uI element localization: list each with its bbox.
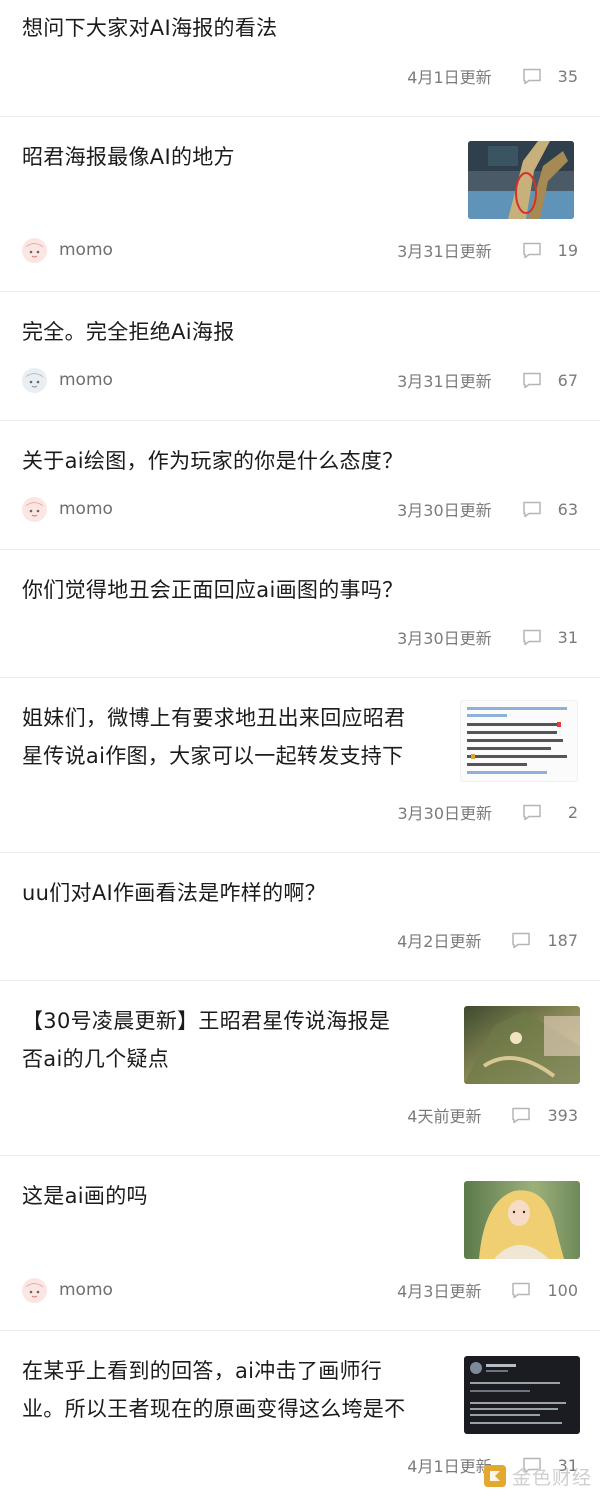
- comment-icon[interactable]: [511, 932, 531, 949]
- post-title: 想问下大家对AI海报的看法: [22, 16, 278, 40]
- comment-icon[interactable]: [522, 501, 542, 518]
- comment-icon[interactable]: [511, 1107, 531, 1124]
- post-title: 完全。完全拒绝Ai海报: [22, 320, 235, 344]
- author-name: momo: [59, 240, 113, 260]
- author-name: momo: [59, 1280, 113, 1300]
- post-title-line-1: 姐妹们，微博上有要求地丑出来回应昭君: [22, 706, 406, 730]
- avatar-icon: [22, 496, 47, 522]
- post-item[interactable]: 关于ai绘图，作为玩家的你是什么态度？ momo 3月30日更新 63: [0, 421, 600, 550]
- comment-count: 63: [557, 499, 578, 519]
- post-date: 3月30日更新: [397, 804, 492, 823]
- post-title: 你们觉得地丑会正面回应ai画图的事吗？: [22, 578, 404, 602]
- post-item[interactable]: 完全。完全拒绝Ai海报 momo 3月31日更新 67: [0, 292, 600, 421]
- comment-icon[interactable]: [522, 804, 542, 821]
- post-title-line-2: 业。所以王者现在的原画变得这么垮是不: [22, 1397, 406, 1421]
- post-thumbnail[interactable]: [464, 1181, 580, 1259]
- comment-icon[interactable]: [522, 68, 542, 85]
- post-item[interactable]: uu们对AI作画看法是咋样的啊？ 4月2日更新 187: [0, 853, 600, 981]
- author-name: momo: [59, 370, 113, 390]
- post-thumbnail[interactable]: [460, 700, 578, 782]
- post-title: 关于ai绘图，作为玩家的你是什么态度？: [22, 449, 404, 473]
- post-thumbnail[interactable]: [464, 1356, 580, 1434]
- post-item[interactable]: 这是ai画的吗 momo 4月3日更新 100: [0, 1156, 600, 1331]
- comment-icon[interactable]: [522, 629, 542, 646]
- watermark: 金色财经: [483, 1462, 592, 1490]
- post-meta: 3月30日更新 31: [397, 625, 578, 649]
- post-title-line-1: 在某乎上看到的回答，ai冲击了画师行: [22, 1359, 383, 1383]
- post-item[interactable]: 想问下大家对AI海报的看法 4月1日更新 35: [0, 0, 600, 117]
- logo-icon: [483, 1465, 506, 1487]
- avatar-icon: [22, 367, 47, 393]
- author-name: momo: [59, 499, 113, 519]
- post-title-line-2: 否ai的几个疑点: [22, 1047, 170, 1071]
- comment-count: 393: [547, 1105, 578, 1125]
- post-meta: 3月31日更新 19: [397, 238, 578, 262]
- post-date: 4天前更新: [407, 1107, 482, 1126]
- comment-count: 187: [547, 930, 578, 950]
- post-meta: 4月1日更新 35: [407, 64, 578, 88]
- post-title: 昭君海报最像AI的地方: [22, 145, 235, 169]
- post-date: 3月30日更新: [397, 501, 492, 520]
- post-date: 4月1日更新: [407, 68, 492, 87]
- comment-count: 2: [567, 802, 578, 822]
- post-title-line-1: 【30号凌晨更新】王昭君星传说海报是: [22, 1009, 391, 1033]
- comment-count: 19: [557, 240, 578, 260]
- post-date: 3月30日更新: [397, 629, 492, 648]
- post-meta: 4月3日更新 100: [397, 1278, 578, 1302]
- comment-icon[interactable]: [511, 1282, 531, 1299]
- post-meta: 4月2日更新 187: [397, 928, 578, 952]
- comment-count: 31: [557, 627, 578, 647]
- post-item[interactable]: 昭君海报最像AI的地方 momo 3月31日更新 19: [0, 117, 600, 292]
- post-author[interactable]: momo: [22, 237, 113, 263]
- post-title: 这是ai画的吗: [22, 1184, 148, 1208]
- post-date: 4月2日更新: [397, 932, 482, 951]
- post-title: uu们对AI作画看法是咋样的啊？: [22, 881, 326, 905]
- post-thumbnail[interactable]: [464, 1006, 580, 1084]
- post-meta: 3月31日更新 67: [397, 368, 578, 392]
- comment-count: 100: [547, 1280, 578, 1300]
- post-author[interactable]: momo: [22, 367, 113, 393]
- comment-count: 35: [557, 66, 578, 86]
- avatar-icon: [22, 237, 47, 263]
- post-date: 4月1日更新: [407, 1457, 492, 1476]
- post-author[interactable]: momo: [22, 496, 113, 522]
- post-meta: 3月30日更新 63: [397, 497, 578, 521]
- post-meta: 4天前更新 393: [407, 1103, 578, 1127]
- avatar-icon: [22, 1277, 47, 1303]
- post-meta: 3月30日更新 2: [397, 800, 578, 824]
- post-date: 4月3日更新: [397, 1282, 482, 1301]
- post-item[interactable]: 姐妹们，微博上有要求地丑出来回应昭君 星传说ai作图，大家可以一起转发支持下 3…: [0, 678, 600, 853]
- post-author[interactable]: momo: [22, 1277, 113, 1303]
- post-item[interactable]: 你们觉得地丑会正面回应ai画图的事吗？ 3月30日更新 31: [0, 550, 600, 678]
- post-item[interactable]: 【30号凌晨更新】王昭君星传说海报是 否ai的几个疑点 4天前更新 393: [0, 981, 600, 1156]
- comment-icon[interactable]: [522, 372, 542, 389]
- post-thumbnail[interactable]: [468, 141, 574, 219]
- comment-count: 67: [557, 370, 578, 390]
- post-date: 3月31日更新: [397, 242, 492, 261]
- post-title-line-2: 星传说ai作图，大家可以一起转发支持下: [22, 744, 404, 768]
- watermark-text: 金色财经: [511, 1466, 592, 1489]
- comment-icon[interactable]: [522, 242, 542, 259]
- post-date: 3月31日更新: [397, 372, 492, 391]
